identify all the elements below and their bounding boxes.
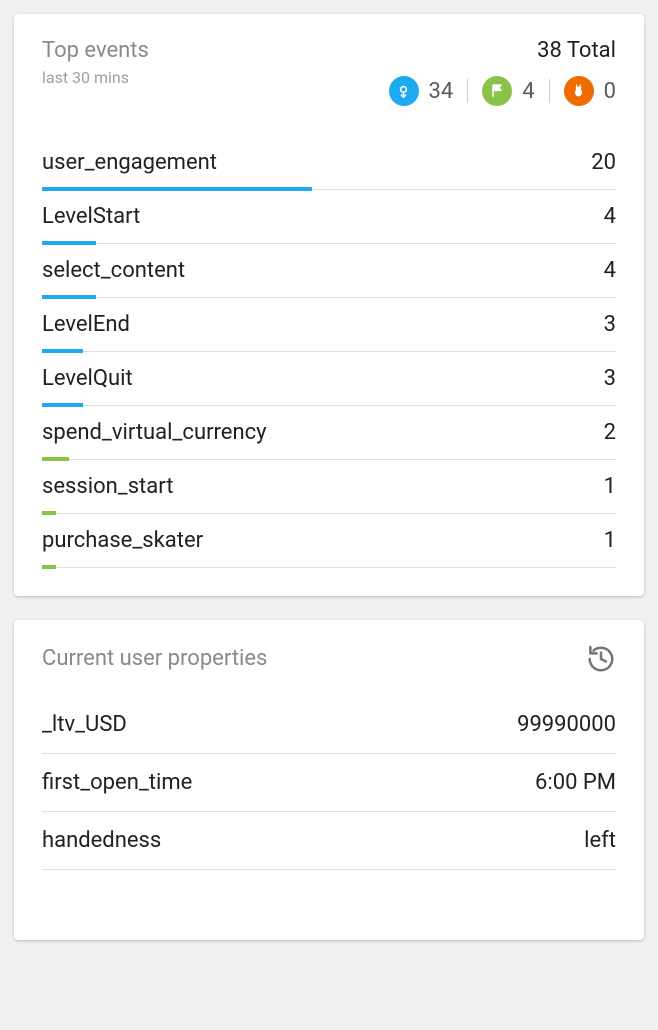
event-count: 4 bbox=[604, 204, 616, 229]
event-count: 3 bbox=[604, 312, 616, 337]
flag-count: 4 bbox=[522, 79, 534, 104]
property-row[interactable]: _ltv_USD 99990000 bbox=[42, 696, 616, 754]
event-count: 20 bbox=[591, 150, 616, 175]
event-content: LevelStart 4 bbox=[42, 190, 616, 243]
event-content: user_engagement 20 bbox=[42, 136, 616, 189]
user-properties-card: Current user properties _ltv_USD 99990000… bbox=[14, 620, 644, 940]
event-name: purchase_skater bbox=[42, 528, 203, 553]
property-name: first_open_time bbox=[42, 770, 192, 795]
event-row[interactable]: spend_virtual_currency 2 bbox=[42, 406, 616, 460]
event-name: session_start bbox=[42, 474, 173, 499]
event-row[interactable]: session_start 1 bbox=[42, 460, 616, 514]
user-properties-title: Current user properties bbox=[42, 646, 267, 672]
events-list: user_engagement20LevelStart4select_conte… bbox=[42, 136, 616, 568]
event-count: 4 bbox=[604, 258, 616, 283]
props-list: _ltv_USD 99990000 first_open_time 6:00 PM ha… bbox=[42, 696, 616, 870]
event-name: LevelQuit bbox=[42, 366, 133, 391]
event-content: select_content 4 bbox=[42, 244, 616, 297]
event-name: user_engagement bbox=[42, 150, 217, 175]
stat-divider-2 bbox=[549, 79, 550, 103]
top-events-title: Top events bbox=[42, 38, 149, 64]
top-events-header: Top events last 30 mins 38 Total 34 bbox=[42, 38, 616, 106]
touch-icon bbox=[389, 76, 419, 106]
property-value: 6:00 PM bbox=[535, 770, 616, 795]
top-events-subtitle: last 30 mins bbox=[42, 68, 149, 87]
header-left: Top events last 30 mins bbox=[42, 38, 149, 87]
event-row[interactable]: select_content 4 bbox=[42, 244, 616, 298]
event-bar bbox=[42, 565, 56, 569]
bug-count: 0 bbox=[604, 79, 616, 104]
event-count: 1 bbox=[604, 528, 616, 553]
event-content: LevelEnd 3 bbox=[42, 298, 616, 351]
flag-icon bbox=[482, 76, 512, 106]
stat-bug: 0 bbox=[564, 76, 616, 106]
event-name: spend_virtual_currency bbox=[42, 420, 267, 445]
top-events-card: Top events last 30 mins 38 Total 34 bbox=[14, 14, 644, 596]
user-properties-header: Current user properties bbox=[42, 644, 616, 678]
event-count: 2 bbox=[604, 420, 616, 445]
property-row[interactable]: first_open_time 6:00 PM bbox=[42, 754, 616, 812]
property-name: _ltv_USD bbox=[42, 712, 127, 737]
event-content: spend_virtual_currency 2 bbox=[42, 406, 616, 459]
stat-pills: 34 4 bbox=[389, 76, 616, 106]
touch-count: 34 bbox=[429, 79, 454, 104]
stat-divider-1 bbox=[467, 79, 468, 103]
event-content: session_start 1 bbox=[42, 460, 616, 513]
property-value: 99990000 bbox=[517, 712, 616, 737]
event-name: select_content bbox=[42, 258, 185, 283]
event-row[interactable]: LevelQuit 3 bbox=[42, 352, 616, 406]
event-count: 3 bbox=[604, 366, 616, 391]
history-icon[interactable] bbox=[586, 644, 616, 678]
header-right: 38 Total 34 bbox=[389, 38, 616, 106]
bug-icon bbox=[564, 76, 594, 106]
event-row[interactable]: LevelStart 4 bbox=[42, 190, 616, 244]
property-row[interactable]: handedness left bbox=[42, 812, 616, 870]
stat-touch: 34 bbox=[389, 76, 468, 106]
event-row[interactable]: user_engagement 20 bbox=[42, 136, 616, 190]
event-name: LevelStart bbox=[42, 204, 140, 229]
event-row[interactable]: LevelEnd 3 bbox=[42, 298, 616, 352]
event-name: LevelEnd bbox=[42, 312, 130, 337]
total-label: 38 Total bbox=[537, 38, 616, 64]
event-count: 1 bbox=[604, 474, 616, 499]
stat-flag: 4 bbox=[482, 76, 548, 106]
property-value: left bbox=[584, 828, 616, 853]
event-content: LevelQuit 3 bbox=[42, 352, 616, 405]
event-row[interactable]: purchase_skater 1 bbox=[42, 514, 616, 568]
property-name: handedness bbox=[42, 828, 161, 853]
event-content: purchase_skater 1 bbox=[42, 514, 616, 567]
